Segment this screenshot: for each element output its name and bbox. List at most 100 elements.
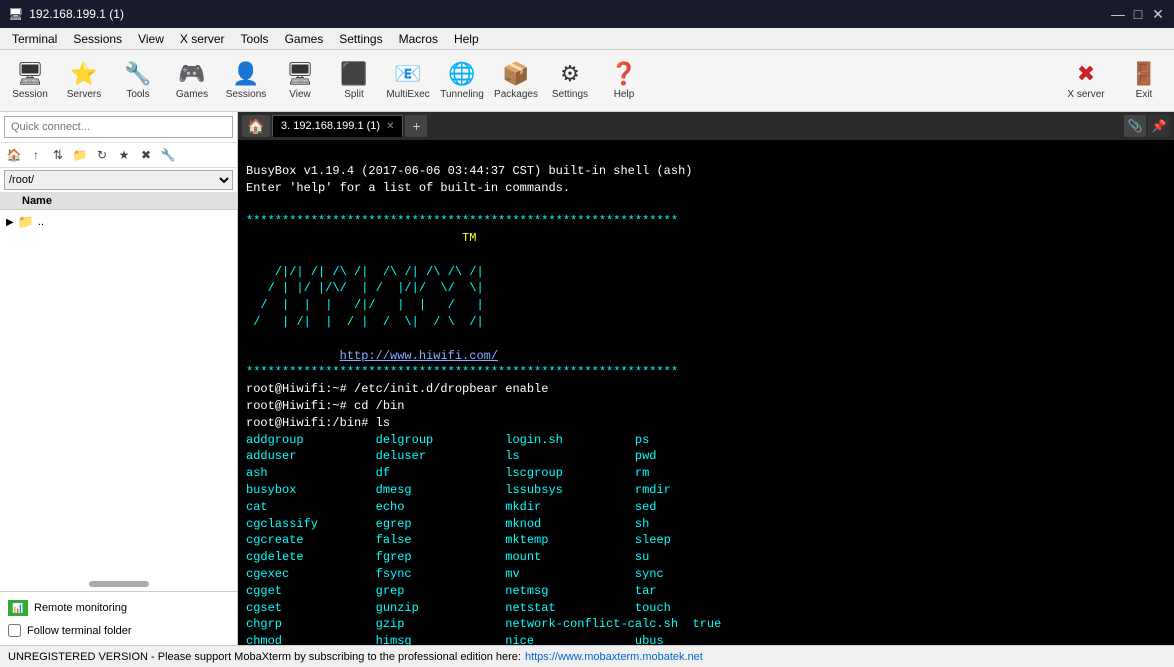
menu-sessions[interactable]: Sessions <box>65 30 130 48</box>
tree-item-label: .. <box>38 216 44 228</box>
tools-icon: 🔧 <box>124 61 151 87</box>
sidebar-search-area <box>0 112 237 143</box>
servers-button[interactable]: ⭐ Servers <box>58 53 110 109</box>
tree-header-name: Name <box>22 195 52 207</box>
exit-button[interactable]: 🚪 Exit <box>1118 53 1170 109</box>
session-label: Session <box>12 89 48 100</box>
servers-icon: ⭐ <box>70 61 97 87</box>
attach-button[interactable]: 📎 <box>1124 115 1146 137</box>
tree-expand-icon: ▶ <box>6 217 14 228</box>
menu-view[interactable]: View <box>130 30 172 48</box>
sidebar-star-icon[interactable]: ★ <box>114 145 134 165</box>
session-button[interactable]: 🖥 Session <box>4 53 56 109</box>
sidebar-refresh-icon[interactable]: ↻ <box>92 145 112 165</box>
settings-button[interactable]: ⚙ Settings <box>544 53 596 109</box>
tunneling-icon: 🌐 <box>448 61 475 87</box>
view-label: View <box>289 89 311 100</box>
follow-terminal-area: Follow terminal folder <box>4 620 233 641</box>
packages-icon: 📦 <box>502 61 529 87</box>
terminal-content[interactable]: BusyBox v1.19.4 (2017-06-06 03:44:37 CST… <box>238 140 1174 645</box>
sidebar-scrollbar[interactable] <box>89 581 149 587</box>
sidebar-scrollbar-area <box>0 577 237 591</box>
multiexec-button[interactable]: 📧 MultiExec <box>382 53 434 109</box>
menu-tools[interactable]: Tools <box>233 30 277 48</box>
split-button[interactable]: ⬛ Split <box>328 53 380 109</box>
multiexec-label: MultiExec <box>386 89 429 100</box>
games-button[interactable]: 🎮 Games <box>166 53 218 109</box>
status-bar: UNREGISTERED VERSION - Please support Mo… <box>0 645 1174 667</box>
tools-label: Tools <box>126 89 149 100</box>
multiexec-icon: 📧 <box>394 61 421 87</box>
status-text: UNREGISTERED VERSION - Please support Mo… <box>8 651 521 663</box>
window-controls: — □ ✕ <box>1110 6 1166 22</box>
terminal-home-tab[interactable]: 🏠 <box>242 115 270 137</box>
terminal-tab-label: 3. 192.168.199.1 (1) <box>281 120 380 132</box>
sidebar-up-icon[interactable]: ↑ <box>26 145 46 165</box>
exit-icon: 🚪 <box>1130 61 1157 87</box>
sidebar-actions: 📊 Remote monitoring Follow terminal fold… <box>0 591 237 645</box>
sidebar-path-area: /root/ <box>0 168 237 193</box>
settings-label: Settings <box>552 89 588 100</box>
terminal-tab-1[interactable]: 3. 192.168.199.1 (1) ✕ <box>272 115 403 137</box>
tree-item-parent[interactable]: ▶ 📁 .. <box>2 212 235 232</box>
menu-bar: Terminal Sessions View X server Tools Ga… <box>0 28 1174 50</box>
toolbar: 🖥 Session ⭐ Servers 🔧 Tools 🎮 Games 👤 Se… <box>0 50 1174 112</box>
menu-help[interactable]: Help <box>446 30 487 48</box>
follow-terminal-label: Follow terminal folder <box>27 625 132 637</box>
tools-button[interactable]: 🔧 Tools <box>112 53 164 109</box>
sidebar-new-folder-icon[interactable]: 📁 <box>70 145 90 165</box>
folder-icon: 📁 <box>18 214 34 230</box>
tree-header-row: Name <box>0 193 237 210</box>
close-button[interactable]: ✕ <box>1150 6 1166 22</box>
sidebar: 🏠 ↑ ⇅ 📁 ↻ ★ ✖ 🔧 /root/ Name ▶ 📁 .. <box>0 112 238 645</box>
games-label: Games <box>176 89 208 100</box>
xserver-button[interactable]: ✖ X server <box>1056 53 1116 109</box>
split-icon: ⬛ <box>340 61 367 87</box>
sidebar-sort-icon[interactable]: ⇅ <box>48 145 68 165</box>
menu-games[interactable]: Games <box>277 30 332 48</box>
settings-icon: ⚙ <box>560 61 580 87</box>
menu-macros[interactable]: Macros <box>391 30 446 48</box>
tunneling-button[interactable]: 🌐 Tunneling <box>436 53 488 109</box>
remote-monitoring-label: Remote monitoring <box>34 602 127 614</box>
monitor-icon: 📊 <box>8 600 28 616</box>
app-icon: 🖥 <box>8 7 23 21</box>
remote-monitoring-button[interactable]: 📊 Remote monitoring <box>4 596 233 620</box>
window-title: 192.168.199.1 (1) <box>29 7 124 21</box>
terminal-area: 🏠 3. 192.168.199.1 (1) ✕ + 📎 📌 BusyBox v… <box>238 112 1174 645</box>
tunneling-label: Tunneling <box>440 89 484 100</box>
sidebar-toolbar: 🏠 ↑ ⇅ 📁 ↻ ★ ✖ 🔧 <box>0 143 237 168</box>
follow-terminal-checkbox[interactable] <box>8 624 21 637</box>
sessions-label: Sessions <box>226 89 267 100</box>
status-link[interactable]: https://www.mobaxterm.mobatek.net <box>525 651 703 663</box>
xserver-label: X server <box>1067 89 1104 100</box>
packages-button[interactable]: 📦 Packages <box>490 53 542 109</box>
view-button[interactable]: 🖥 View <box>274 53 326 109</box>
main-layout: 🏠 ↑ ⇅ 📁 ↻ ★ ✖ 🔧 /root/ Name ▶ 📁 .. <box>0 112 1174 645</box>
help-label: Help <box>614 89 635 100</box>
sidebar-tree[interactable]: ▶ 📁 .. <box>0 210 237 577</box>
terminal-add-tab-button[interactable]: + <box>405 115 427 137</box>
sidebar-home-icon[interactable]: 🏠 <box>4 145 24 165</box>
menu-terminal[interactable]: Terminal <box>4 30 65 48</box>
menu-settings[interactable]: Settings <box>331 30 390 48</box>
xserver-icon: ✖ <box>1077 61 1095 87</box>
sidebar-delete-icon[interactable]: ✖ <box>136 145 156 165</box>
help-button[interactable]: ❓ Help <box>598 53 650 109</box>
pin-button[interactable]: 📌 <box>1148 115 1170 137</box>
path-selector[interactable]: /root/ <box>4 170 233 190</box>
sessions-button[interactable]: 👤 Sessions <box>220 53 272 109</box>
sessions-icon: 👤 <box>232 61 259 87</box>
menu-xserver[interactable]: X server <box>172 30 233 48</box>
minimize-button[interactable]: — <box>1110 6 1126 22</box>
help-icon: ❓ <box>610 61 637 87</box>
games-icon: 🎮 <box>178 61 205 87</box>
terminal-tab-close-icon[interactable]: ✕ <box>386 121 394 132</box>
packages-label: Packages <box>494 89 538 100</box>
title-bar: 🖥 192.168.199.1 (1) — □ ✕ <box>0 0 1174 28</box>
search-input[interactable] <box>4 116 233 138</box>
servers-label: Servers <box>67 89 101 100</box>
sidebar-wrench-icon[interactable]: 🔧 <box>158 145 178 165</box>
view-icon: 🖥 <box>286 61 314 87</box>
maximize-button[interactable]: □ <box>1130 6 1146 22</box>
